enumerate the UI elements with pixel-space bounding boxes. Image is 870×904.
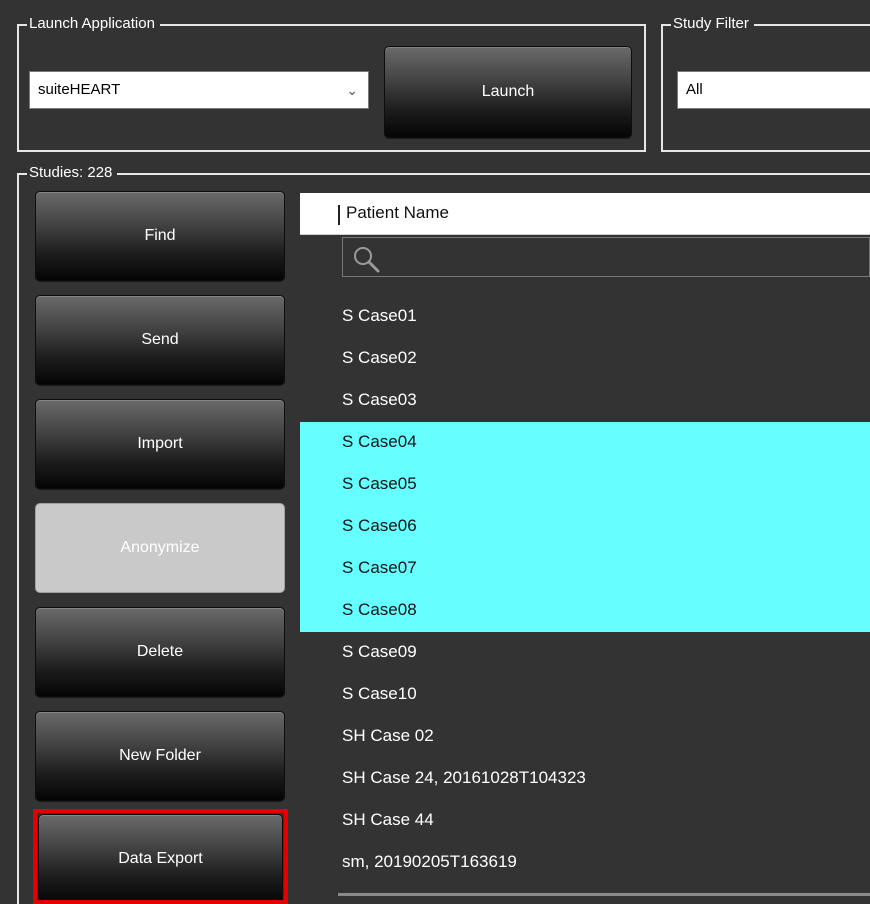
study-filter-select[interactable]: All — [677, 71, 870, 109]
table-row[interactable]: sm, 20190205T163619 — [300, 842, 870, 884]
table-row[interactable]: SH Case 02 — [300, 716, 870, 758]
patient-name-search-input[interactable] — [342, 237, 870, 277]
studies-count-label: Studies: 228 — [27, 164, 118, 182]
horizontal-scrollbar[interactable] — [338, 893, 870, 896]
study-filter-group: Study Filter All — [661, 15, 870, 152]
study-filter-label: Study Filter — [671, 15, 754, 33]
patient-name-cell: sm, 20190205T163619 — [342, 852, 517, 871]
table-row[interactable]: S Case03 — [300, 380, 870, 422]
table-row[interactable]: S Case09 — [300, 632, 870, 674]
patient-name-cell: SH Case 02 — [342, 726, 434, 745]
delete-button[interactable]: Delete — [35, 607, 285, 697]
patient-name-cell: S Case08 — [342, 600, 417, 619]
patient-name-cell: S Case04 — [342, 432, 417, 451]
column-resize-handle[interactable] — [338, 205, 340, 225]
patient-name-cell: S Case05 — [342, 474, 417, 493]
patient-name-cell: S Case07 — [342, 558, 417, 577]
patient-name-cell: SH Case 44 — [342, 810, 434, 829]
data-export-button[interactable]: Data Export — [38, 814, 283, 904]
study-filter-value: All — [686, 81, 703, 98]
data-export-button-label: Data Export — [118, 850, 203, 867]
patient-list: S Case01 S Case02 S Case03 S Case04 S Case05… — [300, 296, 870, 884]
import-button-label: Import — [137, 435, 183, 452]
table-row[interactable]: S Case05 — [300, 464, 870, 506]
patient-table: Patient Name S Case01 S Case02 S Case03 S C… — [300, 193, 870, 904]
chevron-down-icon: ⌄ — [346, 82, 358, 98]
launch-button-label: Launch — [481, 83, 535, 100]
send-button[interactable]: Send — [35, 295, 285, 385]
table-row[interactable]: S Case08 — [300, 590, 870, 632]
launch-button[interactable]: Launch — [384, 46, 632, 138]
application-select[interactable]: suiteHEART ⌄ — [29, 71, 369, 109]
application-select-value: suiteHEART — [38, 81, 121, 98]
patient-name-cell: S Case02 — [342, 348, 417, 367]
table-row[interactable]: SH Case 24, 20161028T104323 — [300, 758, 870, 800]
table-row[interactable]: S Case06 — [300, 506, 870, 548]
table-row[interactable]: S Case02 — [300, 338, 870, 380]
table-row[interactable]: SH Case 44 — [300, 800, 870, 842]
send-button-label: Send — [141, 331, 179, 348]
table-header: Patient Name — [300, 193, 870, 235]
patient-name-cell: S Case06 — [342, 516, 417, 535]
launch-application-group: Launch Application suiteHEART ⌄ Launch — [17, 15, 646, 152]
patient-name-cell: S Case01 — [342, 306, 417, 325]
filter-row — [300, 235, 870, 282]
import-button[interactable]: Import — [35, 399, 285, 489]
new-folder-button[interactable]: New Folder — [35, 711, 285, 801]
anonymize-button-label: Anonymize — [120, 539, 200, 556]
new-folder-button-label: New Folder — [119, 747, 201, 764]
find-button[interactable]: Find — [35, 191, 285, 281]
patient-name-cell: S Case09 — [342, 642, 417, 661]
table-row[interactable]: S Case07 — [300, 548, 870, 590]
patient-name-cell: S Case03 — [342, 390, 417, 409]
anonymize-button[interactable]: Anonymize — [35, 503, 285, 593]
launch-application-label: Launch Application — [27, 15, 160, 33]
table-row[interactable]: S Case04 — [300, 422, 870, 464]
study-browser-window: Launch Application suiteHEART ⌄ Launch S… — [0, 0, 870, 904]
table-row[interactable]: S Case10 — [300, 674, 870, 716]
search-icon — [354, 247, 380, 273]
table-row[interactable]: S Case01 — [300, 296, 870, 338]
patient-name-cell: S Case10 — [342, 684, 417, 703]
patient-name-cell: SH Case 24, 20161028T104323 — [342, 768, 586, 787]
delete-button-label: Delete — [136, 643, 184, 660]
patient-name-column-header[interactable]: Patient Name — [346, 203, 449, 223]
find-button-label: Find — [144, 227, 176, 244]
